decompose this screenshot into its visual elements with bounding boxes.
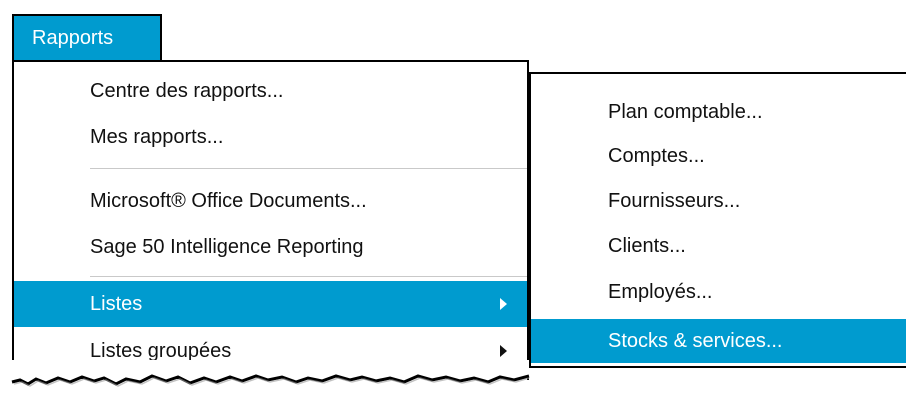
menu-item-label: Listes groupées <box>90 340 232 362</box>
menu-separator <box>90 168 527 169</box>
menu-item-label: Sage 50 Intelligence Reporting <box>90 236 364 258</box>
submenu-item-label: Plan comptable... <box>608 101 763 123</box>
rapports-dropdown: Centre des rapports... Mes rapports... M… <box>12 60 529 380</box>
submenu-item-label: Stocks & services... <box>608 330 783 352</box>
menu-item-label: Microsoft® Office Documents... <box>90 190 367 212</box>
chevron-right-icon <box>500 345 507 357</box>
chevron-right-icon <box>500 298 507 310</box>
menu-item-label: Mes rapports... <box>90 126 224 148</box>
menu-separator <box>90 276 527 277</box>
submenu-item-comptes[interactable]: Comptes... <box>531 134 906 178</box>
screenshot-stage: Rapports Centre des rapports... Mes rapp… <box>0 0 906 396</box>
menu-item-listes[interactable]: Listes <box>14 281 527 327</box>
menu-item-mes-rapports[interactable]: Mes rapports... <box>14 114 527 160</box>
menu-rapports-label: Rapports <box>32 27 114 49</box>
submenu-item-label: Fournisseurs... <box>608 190 741 212</box>
submenu-item-stocks-services[interactable]: Stocks & services... <box>531 319 906 363</box>
submenu-item-plan-comptable[interactable]: Plan comptable... <box>531 90 906 134</box>
submenu-item-fournisseurs[interactable]: Fournisseurs... <box>531 179 906 223</box>
submenu-item-label: Employés... <box>608 281 713 303</box>
submenu-item-label: Clients... <box>608 235 686 257</box>
menu-item-microsoft-office-documents[interactable]: Microsoft® Office Documents... <box>14 178 527 224</box>
menu-item-label: Listes <box>90 293 143 315</box>
menu-item-centre-des-rapports[interactable]: Centre des rapports... <box>14 68 527 114</box>
listes-submenu: Plan comptable... Comptes... Fournisseur… <box>529 72 906 368</box>
menu-rapports[interactable]: Rapports <box>12 14 162 62</box>
submenu-item-label: Comptes... <box>608 145 705 167</box>
menu-item-label: Centre des rapports... <box>90 80 284 102</box>
torn-edge-decoration <box>11 360 530 387</box>
submenu-item-clients[interactable]: Clients... <box>531 224 906 268</box>
menu-item-sage-50-intelligence-reporting[interactable]: Sage 50 Intelligence Reporting <box>14 224 527 270</box>
submenu-item-employes[interactable]: Employés... <box>531 270 906 314</box>
